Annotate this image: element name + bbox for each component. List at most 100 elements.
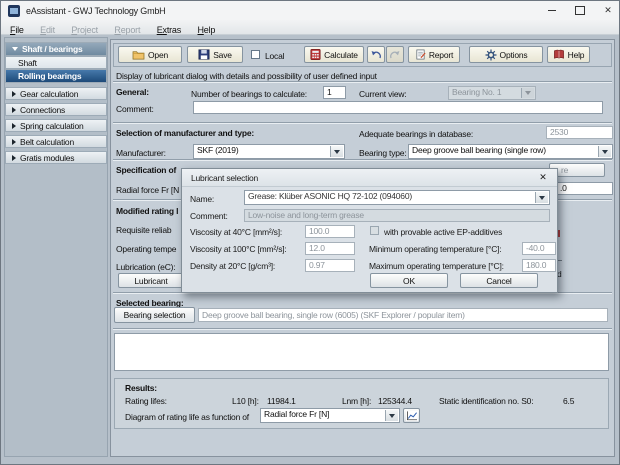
comment-field[interactable] <box>193 101 603 114</box>
l10-label: L10 [h]: <box>232 396 259 406</box>
sidebar-group-label: Spring calculation <box>20 121 84 131</box>
help-book-icon <box>553 49 565 60</box>
lnm-label: Lnm [h]: <box>342 396 371 406</box>
lubricant-name-value: Grease: Klüber ASONIC HQ 72-102 (094060) <box>248 191 412 201</box>
application-window: eAssistant - GWJ Technology GmbH ✕ File … <box>0 0 620 465</box>
help-button[interactable]: Help <box>547 46 590 63</box>
report-document-icon <box>415 49 426 60</box>
menu-bar: File Edit Project Report Extras Help <box>1 20 619 35</box>
menu-file[interactable]: File <box>4 23 30 37</box>
chevron-down-icon <box>525 91 531 95</box>
sidebar-group-label: Shaft / bearings <box>22 44 83 54</box>
separator <box>113 328 612 330</box>
bearing-type-value: Deep groove ball bearing (single row) <box>412 145 546 155</box>
maximize-icon <box>575 6 585 15</box>
app-icon-glyph <box>10 8 18 14</box>
chevron-right-icon <box>12 91 16 97</box>
rating-lifes-label: Rating lifes: <box>125 396 167 406</box>
local-checkbox[interactable] <box>251 50 260 59</box>
diagram-combobox[interactable]: Radial force Fr [N] <box>260 408 400 423</box>
l10-value: 11984.1 <box>267 396 296 406</box>
lubrication-label: Lubrication (eC): <box>116 262 175 272</box>
dialog-title: Lubricant selection <box>191 173 258 183</box>
ok-button[interactable]: OK <box>370 273 448 288</box>
lubricant-button[interactable]: Lubricant <box>118 273 184 288</box>
help-button-label: Help <box>568 50 585 60</box>
bearing-selection-button-label: Bearing selection <box>124 310 186 320</box>
general-section-header: General: <box>116 87 149 97</box>
calculate-button-label: Calculate <box>324 50 358 60</box>
sidebar-group-gear-calculation[interactable]: Gear calculation <box>5 87 107 100</box>
chevron-down-icon <box>12 47 18 51</box>
sidebar-group-connections[interactable]: Connections <box>5 103 107 116</box>
calculate-button[interactable]: Calculate <box>304 46 364 63</box>
bearing-selection-button[interactable]: Bearing selection <box>114 307 195 323</box>
specification-section-header: Specification of <box>116 165 176 175</box>
lubricant-name-combobox[interactable]: Grease: Klüber ASONIC HQ 72-102 (094060) <box>244 190 550 205</box>
undo-button[interactable] <box>367 46 385 63</box>
open-button[interactable]: Open <box>118 46 182 63</box>
static-identification-label: Static identification no. S0: <box>439 396 533 406</box>
dialog-close-button[interactable]: ✕ <box>535 171 551 184</box>
manufacturer-label: Manufacturer: <box>116 148 166 158</box>
diagram-value: Radial force Fr [N] <box>264 409 329 419</box>
combo-arrow-button[interactable] <box>385 410 398 421</box>
redo-button <box>386 46 404 63</box>
selected-bearing-field: Deep groove ball bearing, single row (60… <box>198 308 608 322</box>
radial-force-label: Radial force Fr [N <box>116 185 179 195</box>
sidebar-group-label: Gear calculation <box>20 89 78 99</box>
bearing-list-box[interactable] <box>114 333 609 371</box>
sidebar-group-shaft-bearings[interactable]: Shaft / bearings <box>5 42 107 56</box>
sidebar-group-belt-calculation[interactable]: Belt calculation <box>5 135 107 148</box>
save-button[interactable]: Save <box>187 46 243 63</box>
local-checkbox-label: Local <box>265 51 284 61</box>
close-icon: ✕ <box>604 5 612 16</box>
dialog-title-bar[interactable]: Lubricant selection ✕ <box>182 169 557 187</box>
sidebar-item-rolling-bearings[interactable]: Rolling bearings <box>5 69 107 83</box>
report-button-label: Report <box>429 50 453 60</box>
bearing-type-combobox[interactable]: Deep groove ball bearing (single row) <box>408 144 613 159</box>
maximize-button[interactable] <box>567 1 593 20</box>
radial-force-field-obscured[interactable]: .0 <box>551 182 613 195</box>
static-identification-value: 6.5 <box>563 396 574 406</box>
density-label: Density at 20°C [g/cm³]: <box>190 261 275 271</box>
requisite-reliability-label: Requisite reliab <box>116 225 171 235</box>
separator <box>113 159 612 161</box>
close-button[interactable]: ✕ <box>595 1 620 20</box>
combo-arrow-button[interactable] <box>598 146 611 157</box>
sidebar-group-gratis-modules[interactable]: Gratis modules <box>5 151 107 164</box>
menu-report: Report <box>108 23 146 37</box>
combo-arrow-button[interactable] <box>535 192 548 203</box>
menu-help[interactable]: Help <box>191 23 221 37</box>
options-button[interactable]: Options <box>469 46 543 63</box>
max-temp-label: Maximum operating temperature [°C]: <box>369 261 504 271</box>
combo-arrow-button[interactable] <box>330 146 343 157</box>
minimize-button[interactable] <box>539 1 565 20</box>
selection-section-header: Selection of manufacturer and type: <box>116 128 254 138</box>
bearing-type-label: Bearing type: <box>359 148 407 158</box>
show-diagram-button[interactable] <box>403 408 420 423</box>
combo-arrow-button <box>521 88 534 98</box>
sidebar-item-shaft[interactable]: Shaft <box>5 56 107 69</box>
lubricant-name-label: Name: <box>190 194 214 204</box>
close-icon: ✕ <box>539 172 547 183</box>
sidebar-item-label: Rolling bearings <box>18 71 81 81</box>
density-field: 0.97 <box>305 259 355 272</box>
open-folder-icon <box>132 49 145 60</box>
sidebar-group-spring-calculation[interactable]: Spring calculation <box>5 119 107 132</box>
viscosity100-field: 12.0 <box>305 242 355 255</box>
chevron-down-icon <box>334 150 340 154</box>
lubricant-comment-label: Comment: <box>190 211 228 221</box>
results-header: Results: <box>125 383 157 393</box>
cancel-button[interactable]: Cancel <box>460 273 538 288</box>
max-temp-field: 180.0 <box>522 259 556 272</box>
menu-extras[interactable]: Extras <box>151 23 187 37</box>
ep-additives-checkbox <box>370 226 379 235</box>
num-bearings-field[interactable]: 1 <box>323 86 346 99</box>
report-button[interactable]: Report <box>408 46 460 63</box>
operating-temperature-label: Operating tempe <box>116 244 176 254</box>
sidebar <box>4 37 108 457</box>
modified-rating-section-header: Modified rating l <box>116 206 178 216</box>
chevron-right-icon <box>12 107 16 113</box>
manufacturer-combobox[interactable]: SKF (2019) <box>193 144 345 159</box>
